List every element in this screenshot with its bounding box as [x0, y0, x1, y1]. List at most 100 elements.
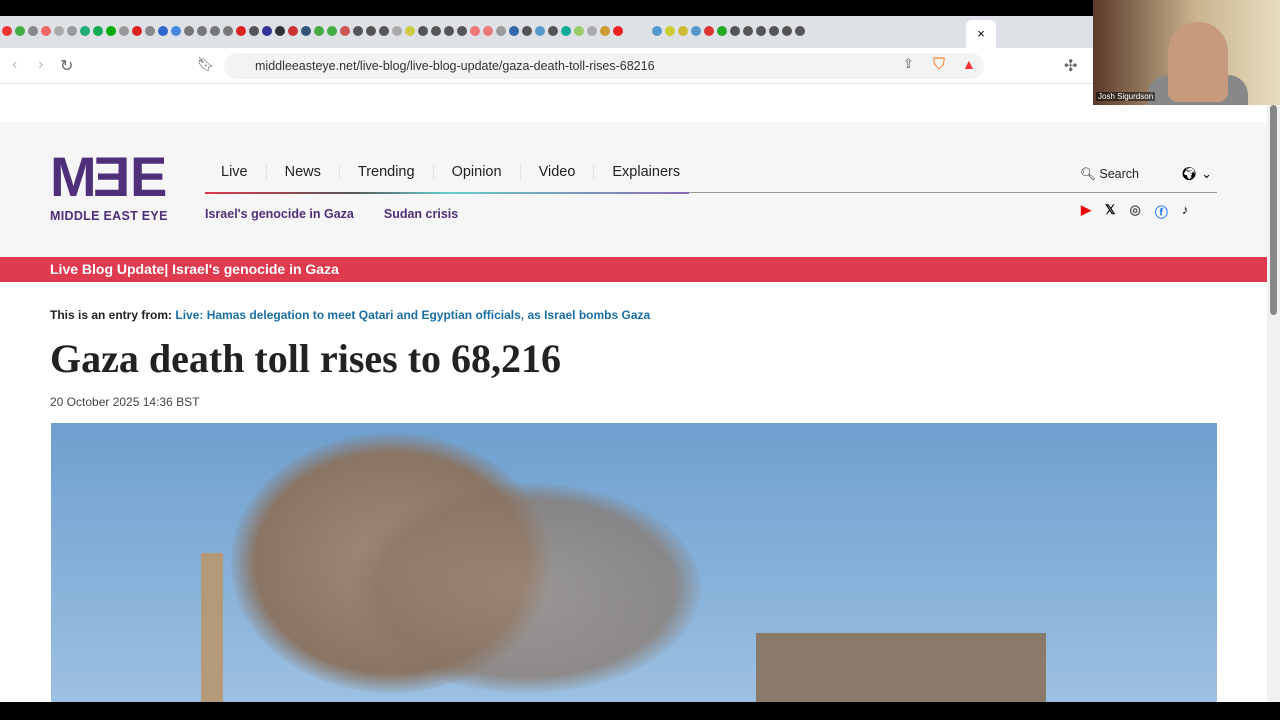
nav-opinion[interactable]: Opinion [434, 164, 521, 180]
tab-favicon[interactable] [275, 26, 285, 36]
tab-favicon[interactable] [145, 26, 155, 36]
mee-logo[interactable]: MEE MIDDLE EAST EYE [50, 145, 177, 223]
youtube-icon[interactable]: ▶ [1081, 202, 1091, 221]
tab-favicon[interactable] [132, 26, 142, 36]
tab-favicon[interactable] [405, 26, 415, 36]
nav-divider [205, 192, 689, 194]
address-bar[interactable]: middleeasteye.net/live-blog/live-blog-up… [224, 53, 984, 79]
nav-news[interactable]: News [267, 164, 340, 180]
extensions-icon[interactable]: ✣ [1064, 56, 1077, 76]
nav-video[interactable]: Video [521, 164, 595, 180]
tab-favicon[interactable] [717, 26, 727, 36]
x-icon[interactable]: 𝕏 [1105, 202, 1115, 221]
back-icon[interactable]: ‹ [12, 56, 17, 74]
edition-selector[interactable]: 🌍︎ ⌄ [1181, 166, 1212, 182]
live-blog-banner[interactable]: Live Blog Update| Israel's genocide in G… [0, 257, 1267, 282]
tab-favicon[interactable] [93, 26, 103, 36]
tab-favicon[interactable] [236, 26, 246, 36]
site-header: MEE MIDDLE EAST EYE Live News Trending O… [0, 122, 1267, 257]
subnav-gaza[interactable]: Israel's genocide in Gaza [205, 207, 354, 221]
tab-favicon[interactable] [730, 26, 740, 36]
tab-favicon[interactable] [197, 26, 207, 36]
tab-favicon[interactable] [444, 26, 454, 36]
subnav-sudan[interactable]: Sudan crisis [384, 207, 458, 221]
search-button[interactable]: 🔍︎ Search [1080, 167, 1139, 182]
brave-shield-icon[interactable]: ⛉ [933, 56, 945, 74]
tab-favicon[interactable] [743, 26, 753, 36]
tab-favicon[interactable] [704, 26, 714, 36]
tab-favicon[interactable] [340, 26, 350, 36]
scrollbar[interactable] [1267, 105, 1280, 702]
tab-favicon[interactable] [470, 26, 480, 36]
tab-favicon[interactable] [548, 26, 558, 36]
article-title: Gaza death toll rises to 68,216 [50, 336, 562, 381]
instagram-icon[interactable]: ◎ [1129, 202, 1140, 221]
tab-favicon[interactable] [769, 26, 779, 36]
tab-favicon[interactable] [496, 26, 506, 36]
tab-favicon[interactable] [522, 26, 532, 36]
tab-favicon[interactable] [509, 26, 519, 36]
nav-explainers[interactable]: Explainers [594, 164, 698, 180]
tab-favicons[interactable] [2, 26, 805, 36]
tab-favicon[interactable] [262, 26, 272, 36]
chevron-down-icon: ⌄ [1201, 166, 1213, 181]
webcam-overlay: Josh Sigurdson [1093, 0, 1280, 105]
tab-favicon[interactable] [249, 26, 259, 36]
facebook-icon[interactable]: ⓕ [1155, 202, 1168, 221]
tab-favicon[interactable] [691, 26, 701, 36]
tab-favicon[interactable] [184, 26, 194, 36]
tab-favicon[interactable] [665, 26, 675, 36]
tab-favicon[interactable] [41, 26, 51, 36]
tab-favicon[interactable] [652, 26, 662, 36]
entry-link[interactable]: Live: Hamas delegation to meet Qatari an… [175, 308, 650, 322]
tab-favicon[interactable] [15, 26, 25, 36]
tab-favicon[interactable] [54, 26, 64, 36]
tab-favicon[interactable] [80, 26, 90, 36]
tab-favicon[interactable] [223, 26, 233, 36]
search-icon: 🔍︎ [1080, 167, 1096, 181]
nav-trending[interactable]: Trending [340, 164, 434, 180]
tab-favicon[interactable] [379, 26, 389, 36]
tab-favicon[interactable] [171, 26, 181, 36]
tab-favicon[interactable] [366, 26, 376, 36]
tab-favicon[interactable] [535, 26, 545, 36]
tab-favicon[interactable] [2, 26, 12, 36]
tab-favicon[interactable] [782, 26, 792, 36]
tab-favicon[interactable] [392, 26, 402, 36]
brave-rewards-icon[interactable]: ▲ [962, 56, 976, 72]
tab-favicon[interactable] [795, 26, 805, 36]
tab-favicon[interactable] [431, 26, 441, 36]
tab-favicon[interactable] [210, 26, 220, 36]
tab-favicon[interactable] [600, 26, 610, 36]
nav-live[interactable]: Live [205, 164, 267, 180]
tab-favicon[interactable] [28, 26, 38, 36]
tiktok-icon[interactable]: ♪ [1182, 202, 1189, 221]
bookmark-icon[interactable]: 🔖︎ [197, 56, 215, 73]
browser-toolbar: ‹ › ↻ 🔖︎ middleeasteye.net/live-blog/liv… [0, 48, 1280, 84]
tab-favicon[interactable] [483, 26, 493, 36]
tab-favicon[interactable] [613, 26, 623, 36]
tab-favicon[interactable] [574, 26, 584, 36]
tab-favicon[interactable] [418, 26, 428, 36]
tab-favicon[interactable] [288, 26, 298, 36]
reload-icon[interactable]: ↻ [60, 56, 73, 76]
tab-favicon[interactable] [587, 26, 597, 36]
active-tab[interactable]: × [966, 20, 996, 48]
tab-favicon[interactable] [327, 26, 337, 36]
tab-favicon[interactable] [301, 26, 311, 36]
tab-favicon[interactable] [119, 26, 129, 36]
tab-favicon[interactable] [106, 26, 116, 36]
share-icon[interactable]: ⇪ [903, 56, 914, 72]
tab-favicon[interactable] [314, 26, 324, 36]
forward-icon[interactable]: › [38, 56, 43, 74]
tab-favicon[interactable] [158, 26, 168, 36]
tab-favicon[interactable] [457, 26, 467, 36]
tab-favicon[interactable] [678, 26, 688, 36]
article-date: 20 October 2025 14:36 BST [50, 395, 200, 409]
bottom-bar [0, 702, 1280, 720]
tab-favicon[interactable] [756, 26, 766, 36]
tab-favicon[interactable] [353, 26, 363, 36]
close-tab-icon[interactable]: × [977, 26, 985, 41]
tab-favicon[interactable] [561, 26, 571, 36]
tab-favicon[interactable] [67, 26, 77, 36]
